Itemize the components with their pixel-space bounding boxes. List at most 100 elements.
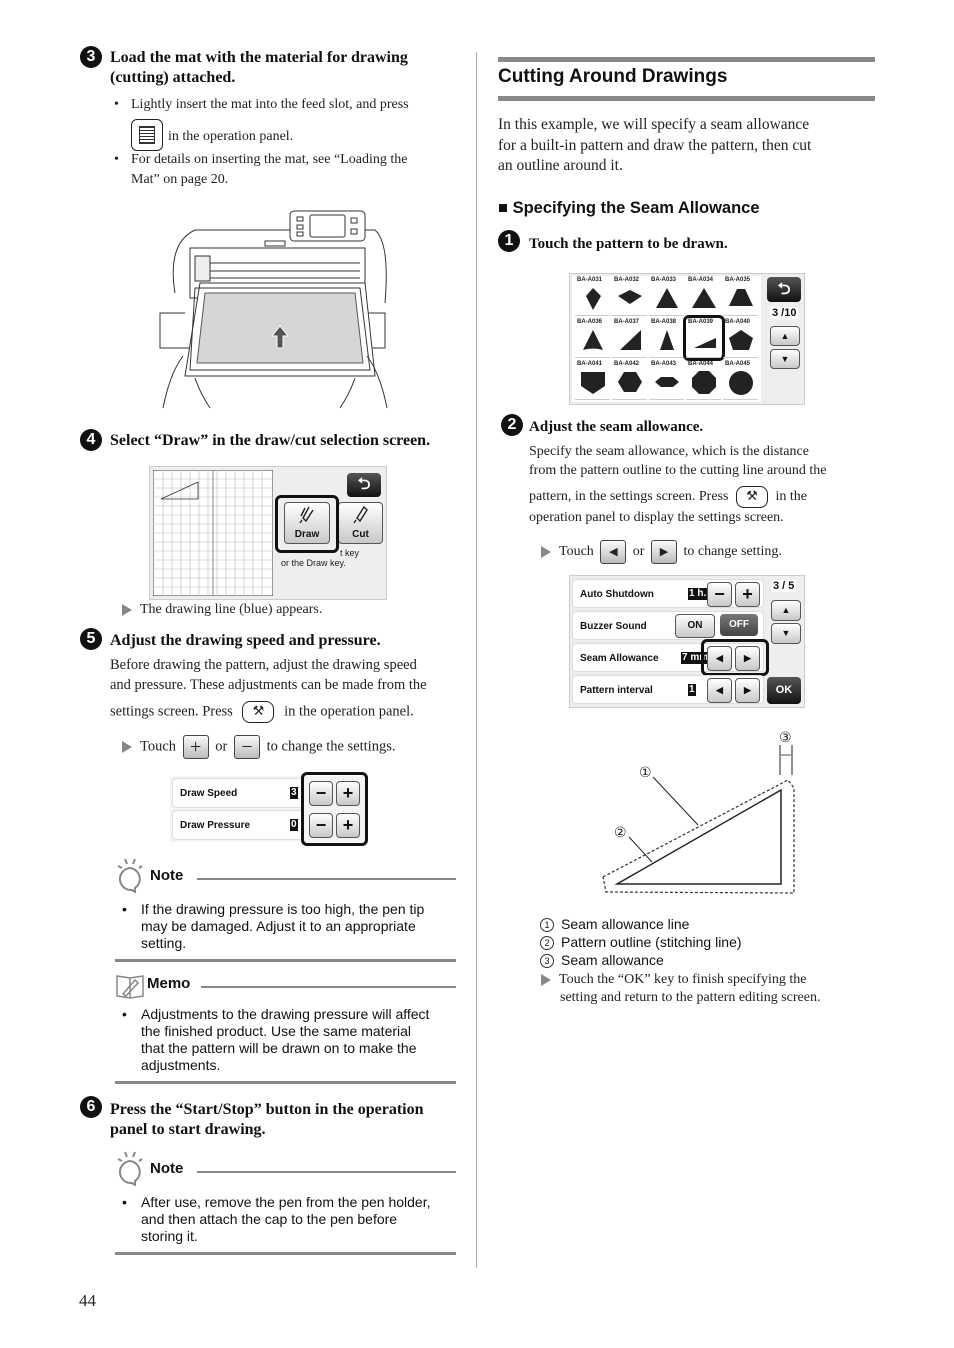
pattern-outline-triangle [614, 788, 782, 885]
memo-text-line2: the finished product. Use the same mater… [141, 1023, 412, 1039]
page-number: 44 [79, 1291, 96, 1310]
callout-1-leader [652, 776, 699, 826]
note2-text-line3: storing it. [141, 1228, 198, 1244]
callout-2: ② [614, 825, 627, 841]
back-button[interactable]: ⮌ [347, 473, 381, 497]
pattern-ba-a034[interactable]: BA-A034 [686, 276, 722, 316]
cut-label: Cut [352, 529, 369, 540]
row-separator [686, 357, 721, 358]
pattern-ba-a042[interactable]: BA-A042 [612, 360, 648, 400]
step5-title: Adjust the drawing speed and pressure. [110, 632, 381, 649]
auto-shutdown-minus-button[interactable]: − [707, 582, 732, 607]
final-result-line2: setting and return to the pattern editin… [560, 990, 821, 1005]
back-arrow-icon: ⮌ [357, 476, 371, 493]
note1-title: Note [150, 867, 184, 884]
callout-3: ③ [779, 730, 792, 746]
pattern-ba-a032[interactable]: BA-A032 [612, 276, 648, 316]
note1-title-rule [197, 878, 456, 880]
row-separator [723, 315, 758, 316]
callout-2-leader [628, 836, 653, 863]
note2-text-line2: and then attach the cap to the pen befor… [141, 1211, 398, 1227]
left-arrow-key-icon: ◀ [600, 540, 627, 564]
pattern-ba-a041[interactable]: BA-A041 [575, 360, 611, 400]
step-number-2: 2 [501, 414, 523, 436]
pattern-ba-a036[interactable]: BA-A036 [575, 318, 611, 358]
draw-settings-panel: Draw Speed 3 Draw Pressure 0 − + − + [170, 772, 368, 846]
pattern-shape-icon [583, 330, 603, 350]
step3-bullet2-line2: Mat” on page 20. [131, 172, 229, 187]
result-arrow-icon [541, 546, 551, 558]
step-number-1: 1 [498, 230, 520, 252]
diagram-legend: 1 Seam allowance line 2 Pattern outline (s… [540, 915, 742, 969]
settings-page-indicator: 3 / 5 [771, 580, 797, 592]
intro-line1: In this example, we will specify a seam … [498, 116, 810, 133]
row-separator [649, 315, 684, 316]
step-number-5: 5 [80, 628, 102, 650]
draw-speed-row: Draw Speed 3 [172, 778, 304, 808]
draw-pressure-label: Draw Pressure [180, 820, 251, 831]
memo-text-line3: that the pattern will be drawn on to mak… [141, 1040, 417, 1056]
pattern-interval-left-button[interactable]: ◀ [707, 678, 732, 703]
result-arrow-icon [541, 973, 551, 986]
pattern-shape-icon [618, 290, 642, 304]
step3-bullet2-line1: For details on inserting the mat, see “L… [131, 152, 408, 167]
pattern-ba-a035[interactable]: BA-A035 [723, 276, 759, 316]
mat-preview-grid [153, 470, 273, 596]
back-button[interactable]: ⮌ [767, 277, 801, 302]
pattern-ba-a031[interactable]: BA-A031 [575, 276, 611, 316]
pattern-shape-icon [729, 330, 753, 350]
note2-title: Note [150, 1160, 184, 1177]
buzzer-sound-label: Buzzer Sound [580, 621, 647, 632]
step-number-4: 4 [80, 429, 102, 451]
seam-allowance-highlight [701, 639, 769, 676]
pattern-ba-a037[interactable]: BA-A037 [612, 318, 648, 358]
bullet: • [114, 97, 119, 112]
down-arrow-icon: ▼ [781, 628, 791, 638]
memo-text-line4: adjustments. [141, 1057, 221, 1073]
bullet: • [122, 1006, 127, 1022]
settings-wrench-icon: ⚒ [242, 701, 275, 723]
section-top-rule [498, 57, 875, 62]
pattern-shape-icon [692, 371, 716, 394]
auto-shutdown-value: 1 h. [688, 588, 708, 600]
settings-page-down-button[interactable]: ▼ [771, 623, 801, 644]
result-arrow-icon [122, 741, 132, 753]
buzzer-on-button[interactable]: ON [675, 614, 715, 638]
page-down-button[interactable]: ▼ [770, 349, 800, 369]
pattern-interval-label: Pattern interval [580, 685, 653, 696]
memo-text-line1: Adjustments to the drawing pressure will… [141, 1006, 430, 1022]
step5-para-line3: settings screen. Press ⚒ in the operatio… [110, 701, 414, 723]
step5-para-line2: and pressure. These adjustments can be m… [110, 677, 427, 693]
pattern-ba-a040[interactable]: BA-A040 [723, 318, 759, 358]
buzzer-off-button[interactable]: OFF [720, 614, 758, 636]
step5-touch-line: Touch + or − to change the settings. [122, 735, 395, 759]
settings-page-up-button[interactable]: ▲ [771, 600, 801, 621]
legend-item-1: 1 Seam allowance line [540, 915, 742, 933]
ok-button[interactable]: OK [767, 677, 801, 704]
pattern-ba-a038[interactable]: BA-A038 [649, 318, 685, 358]
pattern-ba-a045[interactable]: BA-A045 [723, 360, 759, 400]
pattern-ba-a044[interactable]: BA-A044 [686, 360, 722, 400]
pattern-shape-icon [660, 330, 674, 350]
auto-shutdown-label: Auto Shutdown [580, 589, 654, 600]
pattern-shape-icon [655, 377, 679, 387]
up-arrow-icon: ▲ [780, 331, 790, 341]
page-up-button[interactable]: ▲ [770, 326, 800, 346]
legend-item-2: 2 Pattern outline (stitching line) [540, 933, 742, 951]
minus-key-icon: − [234, 735, 260, 759]
seam-allowance-diagram: ① ② ③ [602, 730, 795, 894]
pattern-ba-a039[interactable]: BA-A039 [683, 315, 725, 361]
note1-text-line1: If the drawing pressure is too high, the… [141, 901, 425, 917]
auto-shutdown-plus-button[interactable]: + [735, 582, 760, 607]
pattern-ba-a043[interactable]: BA-A043 [649, 360, 685, 400]
step4-title: Select “Draw” in the draw/cut selection … [110, 432, 431, 449]
pattern-ba-a033[interactable]: BA-A033 [649, 276, 685, 316]
cut-button[interactable]: Cut [338, 502, 383, 544]
draw-cut-selection-screen: ⮌ Draw Cut t key or the Draw key. [149, 466, 387, 600]
memo-title-rule [201, 986, 456, 988]
pattern-interval-right-button[interactable]: ▶ [735, 678, 760, 703]
row-separator [575, 315, 610, 316]
step3-bullet1-line1: Lightly insert the mat into the feed slo… [131, 97, 409, 112]
row-separator [649, 399, 684, 400]
bullet: • [122, 1194, 127, 1210]
